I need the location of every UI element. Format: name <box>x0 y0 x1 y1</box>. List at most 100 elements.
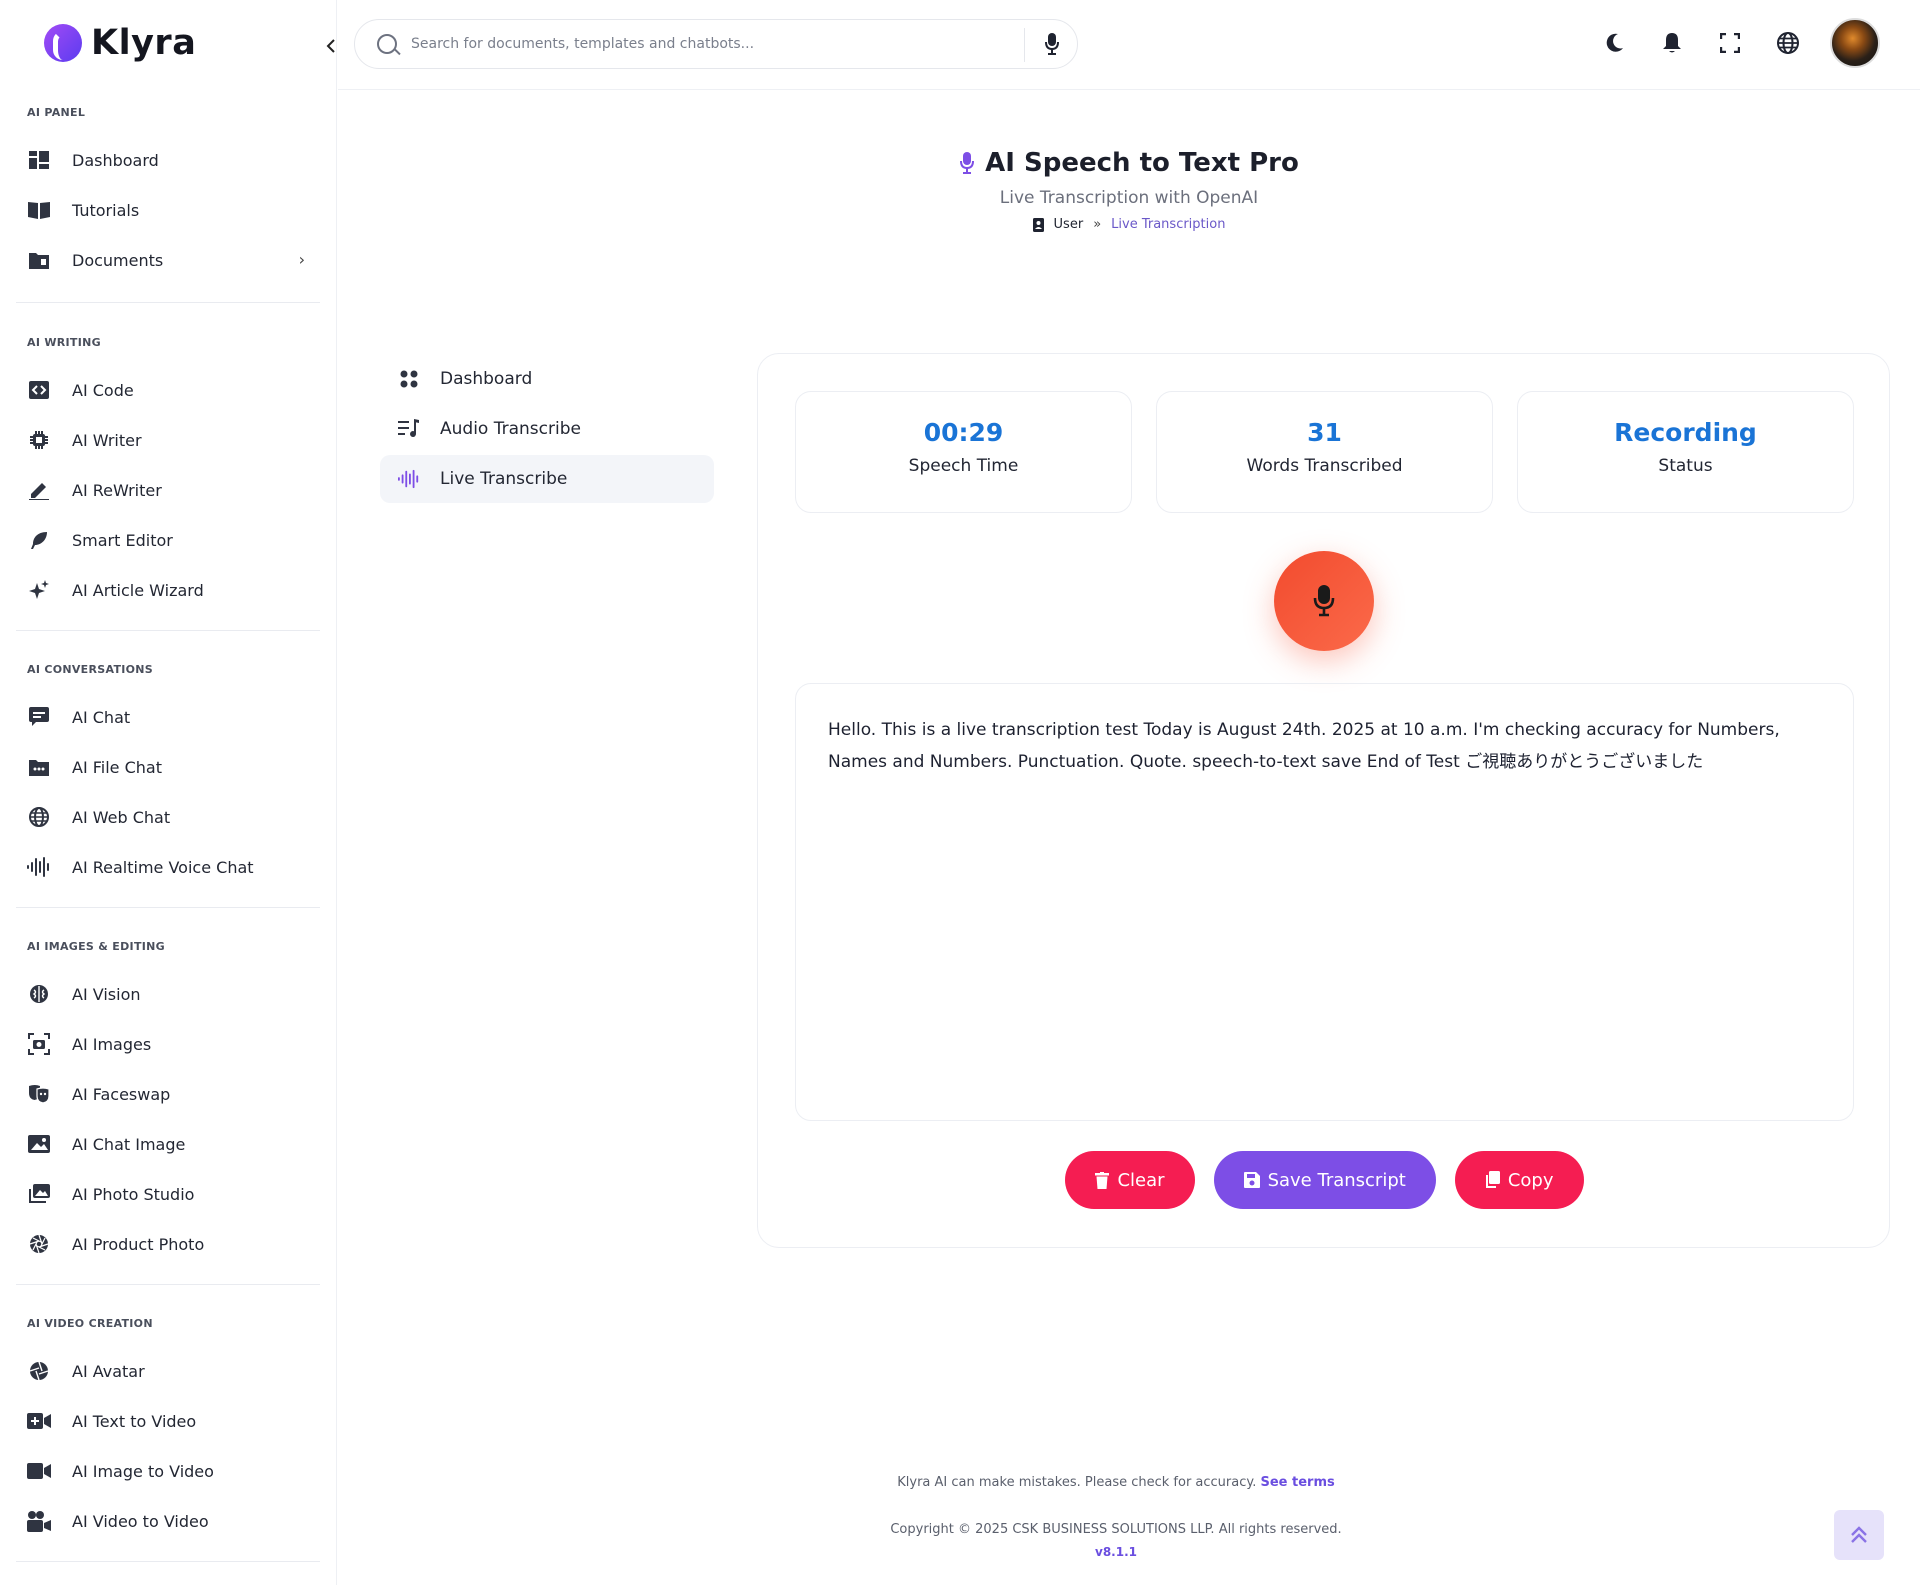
mic-icon[interactable] <box>1045 33 1059 59</box>
globe-icon <box>27 805 51 829</box>
mic-icon <box>1313 585 1335 617</box>
stat-label: Words Transcribed <box>1246 456 1403 476</box>
breadcrumb-current[interactable]: Live Transcription <box>1111 217 1225 232</box>
sidebar-divider <box>16 1284 320 1285</box>
stat-value: Recording <box>1614 418 1757 447</box>
sidebar-item-label: AI Faceswap <box>72 1084 171 1104</box>
waveform-icon <box>27 855 51 879</box>
feather-icon <box>27 528 51 552</box>
user-badge-icon <box>1032 217 1044 232</box>
scroll-to-top-button[interactable] <box>1834 1510 1884 1560</box>
sidebar-divider <box>16 907 320 908</box>
sidebar-item-label: AI Text to Video <box>72 1411 197 1431</box>
sidebar-item-ai-product-photo[interactable]: AI Product Photo <box>27 1224 317 1264</box>
sidebar-item-tutorials[interactable]: Tutorials <box>27 190 317 230</box>
subnav-item-dashboard[interactable]: Dashboard <box>380 355 714 403</box>
breadcrumb: User » Live Transcription <box>1032 217 1225 232</box>
sidebar-item-ai-avatar[interactable]: AI Avatar <box>27 1351 317 1391</box>
search-input[interactable] <box>411 36 1011 52</box>
section-title-ai-writing: AI WRITING <box>27 336 101 349</box>
save-icon <box>1243 1172 1260 1188</box>
transcript-output[interactable]: Hello. This is a live transcription test… <box>795 683 1854 1121</box>
search-divider <box>1024 28 1025 62</box>
logo[interactable]: Klyra <box>44 23 196 63</box>
video-plus-icon <box>27 1409 51 1433</box>
sidebar-item-label: Smart Editor <box>72 530 173 550</box>
sidebar-item-label: Documents <box>72 250 164 270</box>
search-icon <box>377 34 397 54</box>
mic-icon <box>960 152 975 174</box>
sidebar-item-label: AI Video to Video <box>72 1511 209 1531</box>
sidebar-item-label: AI Code <box>72 380 134 400</box>
moon-icon[interactable] <box>1594 23 1634 63</box>
avatar[interactable] <box>1830 18 1880 68</box>
sidebar-item-label: AI Product Photo <box>72 1234 205 1254</box>
record-button[interactable] <box>1274 551 1374 651</box>
sidebar-item-label: AI Image to Video <box>72 1461 214 1481</box>
chat-icon <box>27 705 51 729</box>
search-bar <box>354 19 1078 69</box>
sidebar-item-ai-web-chat[interactable]: AI Web Chat <box>27 797 317 837</box>
sidebar-item-ai-image-to-video[interactable]: AI Image to Video <box>27 1451 317 1491</box>
subnav-item-audio-transcribe[interactable]: Audio Transcribe <box>380 405 714 453</box>
trash-icon <box>1095 1171 1110 1189</box>
sidebar-item-ai-faceswap[interactable]: AI Faceswap <box>27 1074 317 1114</box>
sidebar-item-label: AI Images <box>72 1034 152 1054</box>
video-icon <box>27 1459 51 1483</box>
transcript-actions: Clear Save Transcript Copy <box>758 1151 1891 1209</box>
disclaimer-text: Klyra AI can make mistakes. Please check… <box>897 1475 1257 1490</box>
copy-button[interactable]: Copy <box>1454 1151 1584 1209</box>
sidebar-item-ai-chat[interactable]: AI Chat <box>27 697 317 737</box>
sidebar-item-ai-rewriter[interactable]: AI ReWriter <box>27 470 317 510</box>
sidebar-item-label: AI ReWriter <box>72 480 162 500</box>
sidebar-item-ai-code[interactable]: AI Code <box>27 370 317 410</box>
clear-button[interactable]: Clear <box>1065 1151 1195 1209</box>
brain-icon <box>27 982 51 1006</box>
breadcrumb-user[interactable]: User <box>1054 217 1084 232</box>
copy-icon <box>1485 1171 1500 1188</box>
sidebar-item-label: AI Web Chat <box>72 807 171 827</box>
sidebar-item-ai-realtime-voice-chat[interactable]: AI Realtime Voice Chat <box>27 847 317 887</box>
fullscreen-icon[interactable] <box>1710 23 1750 63</box>
sidebar-item-label: Dashboard <box>72 150 159 170</box>
stat-label: Speech Time <box>908 456 1019 476</box>
sidebar-item-ai-vision[interactable]: AI Vision <box>27 974 317 1014</box>
sidebar-item-smart-editor[interactable]: Smart Editor <box>27 520 317 560</box>
grid-dots-icon <box>398 370 420 388</box>
film-camera-icon <box>27 1509 51 1533</box>
subnav-item-label: Dashboard <box>440 369 533 389</box>
chevron-left-icon <box>326 39 335 53</box>
page-title-text: AI Speech to Text Pro <box>985 148 1299 178</box>
footer-version: v8.1.1 <box>1095 1545 1137 1559</box>
sidebar-item-label: AI File Chat <box>72 757 162 777</box>
image-icon <box>27 1132 51 1156</box>
sidebar-item-documents[interactable]: Documents › <box>27 240 317 280</box>
sidebar-item-ai-photo-studio[interactable]: AI Photo Studio <box>27 1174 317 1214</box>
pen-icon <box>27 478 51 502</box>
sidebar-item-ai-writer[interactable]: AI Writer <box>27 420 317 460</box>
camera-focus-icon <box>27 1032 51 1056</box>
see-terms-link[interactable]: See terms <box>1261 1475 1335 1490</box>
sidebar-item-ai-images[interactable]: AI Images <box>27 1024 317 1064</box>
stat-label: Status <box>1658 456 1713 476</box>
masks-icon <box>27 1082 51 1106</box>
subnav-item-label: Audio Transcribe <box>440 419 581 439</box>
stat-status: Recording Status <box>1517 391 1854 513</box>
bell-icon[interactable] <box>1652 23 1692 63</box>
sidebar-item-ai-file-chat[interactable]: AI File Chat <box>27 747 317 787</box>
section-title-ai-conversations: AI CONVERSATIONS <box>27 663 154 676</box>
copy-button-label: Copy <box>1507 1169 1554 1191</box>
sidebar-item-label: AI Chat <box>72 707 131 727</box>
sidebar-item-ai-chat-image[interactable]: AI Chat Image <box>27 1124 317 1164</box>
sidebar-item-ai-text-to-video[interactable]: AI Text to Video <box>27 1401 317 1441</box>
subnav-item-live-transcribe[interactable]: Live Transcribe <box>380 455 714 503</box>
stat-speech-time: 00:29 Speech Time <box>795 391 1132 513</box>
save-transcript-button[interactable]: Save Transcript <box>1213 1151 1436 1209</box>
sidebar: Klyra AI PANEL Dashboard Tutorials Docum… <box>0 0 337 1585</box>
sidebar-item-ai-article-wizard[interactable]: AI Article Wizard <box>27 570 317 610</box>
globe-icon[interactable] <box>1768 23 1808 63</box>
sidebar-item-ai-video-to-video[interactable]: AI Video to Video <box>27 1501 317 1541</box>
footer: Klyra AI can make mistakes. Please check… <box>338 1475 1894 1559</box>
sidebar-item-dashboard[interactable]: Dashboard <box>27 140 317 180</box>
breadcrumb-separator: » <box>1093 217 1102 232</box>
